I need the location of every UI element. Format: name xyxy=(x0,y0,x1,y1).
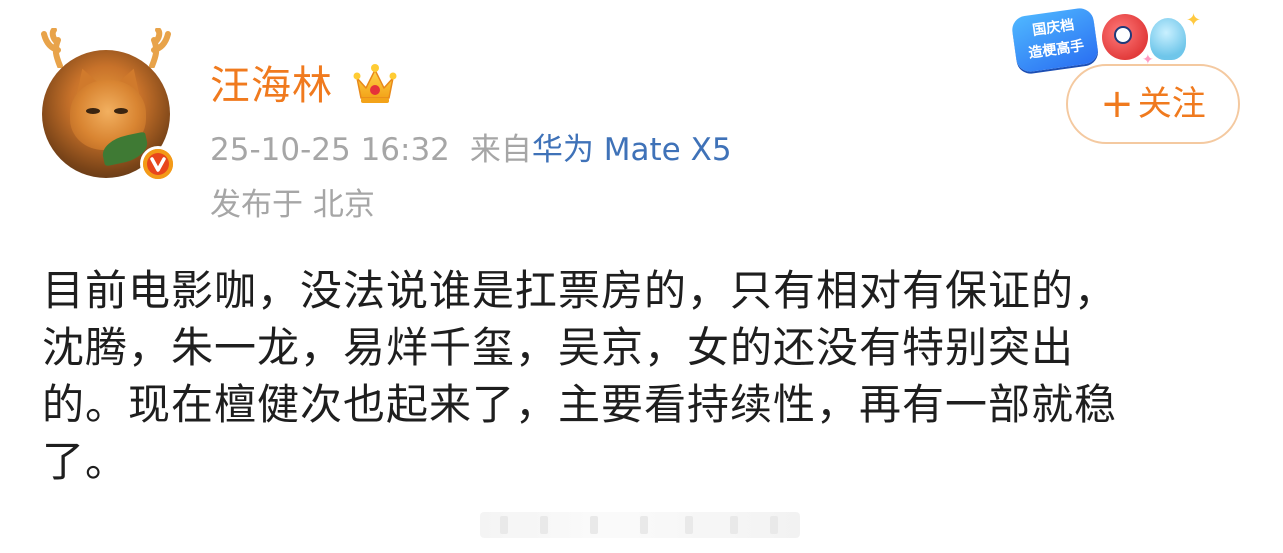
cat-eye xyxy=(114,108,128,114)
follow-label: 关注 xyxy=(1137,84,1206,124)
strip-bar xyxy=(730,516,738,534)
promo-tag: 国庆档 造梗高手 xyxy=(1010,6,1100,74)
content-line: 沈腾，朱一龙，易烊千玺，吴京，女的还没有特别突出 xyxy=(42,323,1075,372)
strip-bar xyxy=(590,516,598,534)
post-content: 目前电影咖，没法说谁是扛票房的，只有相对有保证的， 沈腾，朱一龙，易烊千玺，吴京… xyxy=(42,262,1252,490)
mascot-eye xyxy=(1114,26,1132,44)
strip-bar xyxy=(500,516,508,534)
source-prefix: 来自 xyxy=(469,132,532,168)
strip-bar xyxy=(770,516,778,534)
follow-button[interactable]: + 关注 xyxy=(1066,64,1240,144)
crown-icon[interactable] xyxy=(352,62,398,106)
strip-bar xyxy=(540,516,548,534)
mascot-blue-icon xyxy=(1150,18,1186,60)
strip-bar xyxy=(640,516,648,534)
source-device-link[interactable]: 华为 Mate X5 xyxy=(532,132,732,168)
content-line: 了。 xyxy=(42,437,129,486)
content-line: 目前电影咖，没法说谁是扛票房的，只有相对有保证的， xyxy=(42,266,1118,315)
sparkle-icon: ✦ xyxy=(1186,10,1202,31)
post-location: 发布于 北京 xyxy=(210,187,375,223)
weibo-post: 汪海林 25-10-25 16:32 来自华为 Mate X5 发布于 北京 国庆… xyxy=(0,0,1283,553)
verified-badge-icon xyxy=(140,146,176,182)
image-preview-strip[interactable] xyxy=(480,512,800,538)
post-meta: 25-10-25 16:32 来自华为 Mate X5 xyxy=(210,130,732,170)
plus-icon: + xyxy=(1100,81,1134,127)
strip-bar xyxy=(685,516,693,534)
avatar[interactable] xyxy=(38,28,178,182)
content-line: 的。现在檀健次也起来了，主要看持续性，再有一部就稳 xyxy=(42,380,1118,429)
cat-eye xyxy=(86,108,100,114)
post-timestamp: 25-10-25 16:32 xyxy=(210,132,450,168)
username[interactable]: 汪海林 xyxy=(210,62,333,110)
